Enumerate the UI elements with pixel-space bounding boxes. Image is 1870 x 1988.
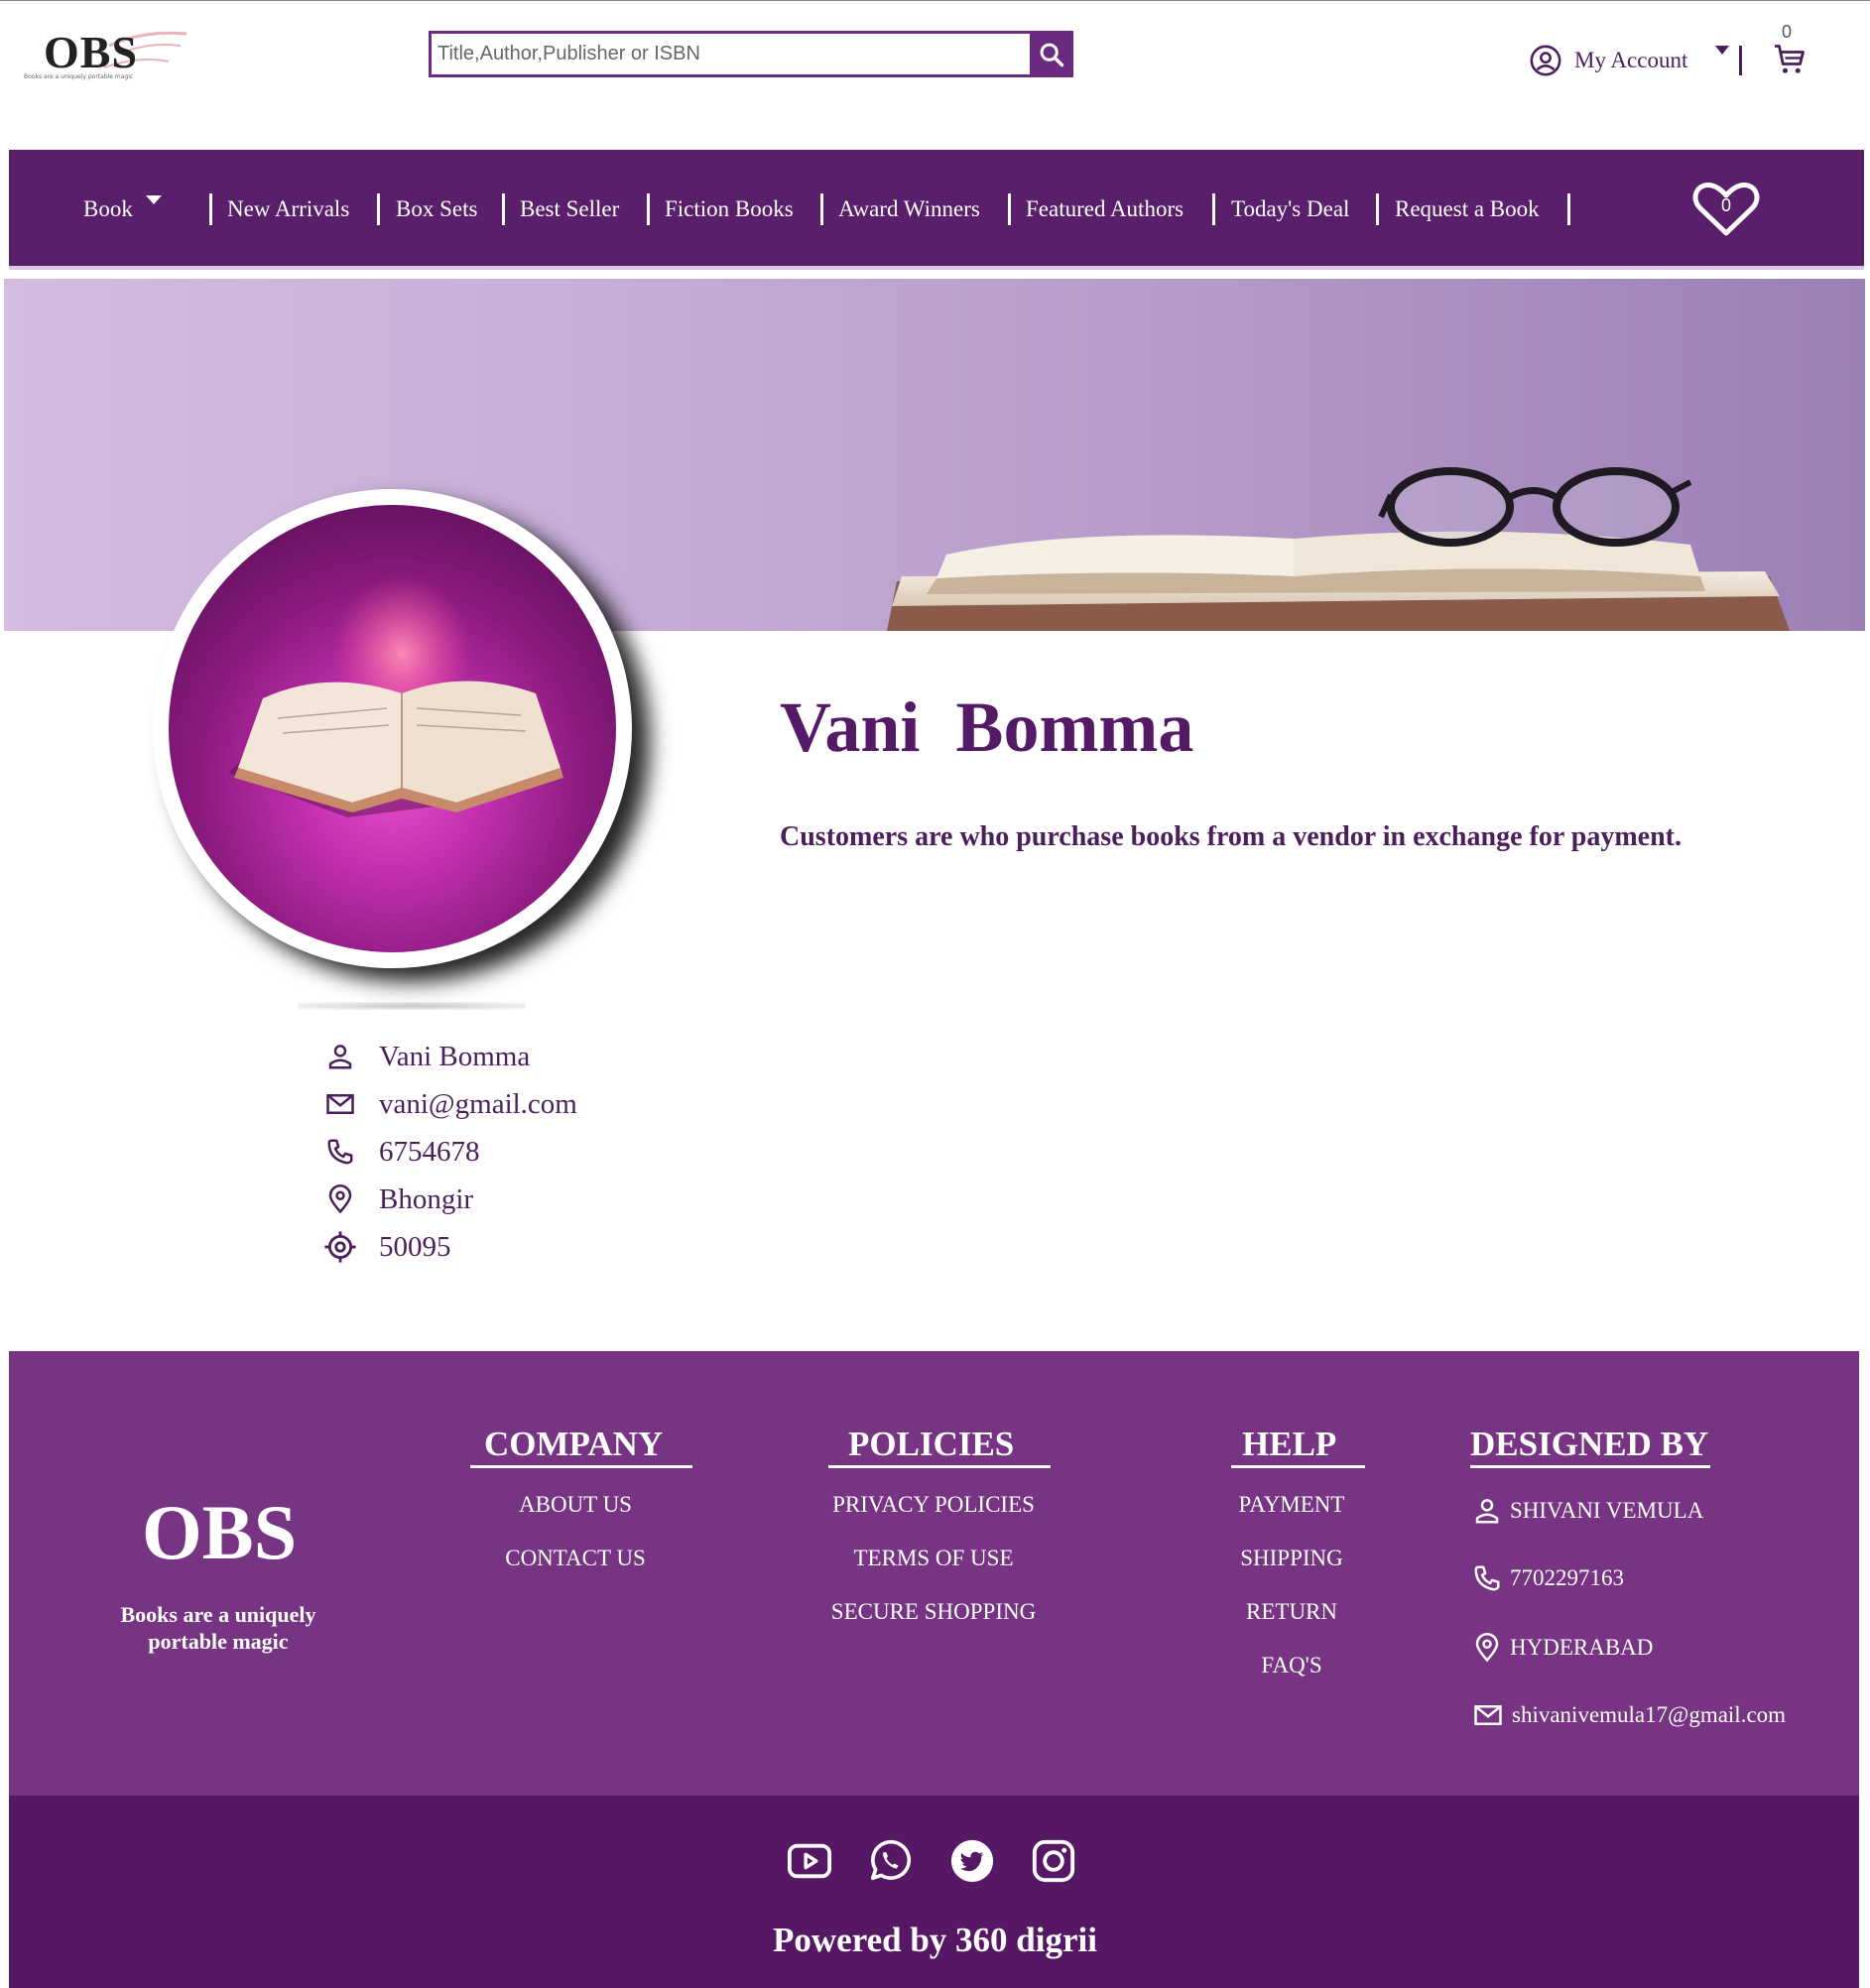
- heading-underline: [470, 1465, 692, 1468]
- cart-icon: [1775, 45, 1805, 73]
- detail-city: Bhongir: [323, 1180, 473, 1219]
- detail-email: vani@gmail.com: [323, 1084, 577, 1124]
- nav-separator: [1376, 193, 1379, 225]
- whatsapp-link[interactable]: [867, 1838, 913, 1884]
- detail-pincode-text: 50095: [379, 1230, 451, 1263]
- top-rule: [0, 0, 1870, 1]
- twitter-icon: [950, 1839, 994, 1883]
- nav-separator: [1567, 193, 1570, 225]
- nav-separator: [377, 193, 380, 225]
- designer-phone: 7702297163: [1472, 1563, 1624, 1593]
- heading-underline: [1231, 1465, 1365, 1468]
- detail-city-text: Bhongir: [379, 1182, 474, 1215]
- main-navbar: Book New Arrivals Box Sets Best Seller F…: [9, 150, 1864, 270]
- account-circle-icon: [1530, 45, 1561, 76]
- mail-icon: [1474, 1705, 1502, 1725]
- instagram-icon: [1032, 1839, 1075, 1883]
- nav-separator: [1212, 193, 1215, 225]
- footer-designed-by-heading: DESIGNED BY: [1470, 1425, 1709, 1463]
- nav-award-winners[interactable]: Award Winners: [838, 196, 980, 222]
- powered-by-text: Powered by 360 digrii: [773, 1921, 1097, 1959]
- nav-featured-authors[interactable]: Featured Authors: [1026, 196, 1184, 222]
- nav-best-seller[interactable]: Best Seller: [520, 196, 619, 222]
- profile-name-heading: Vani Bomma: [780, 687, 1194, 767]
- youtube-link[interactable]: [787, 1838, 832, 1884]
- location-icon: [1475, 1633, 1499, 1663]
- footer-link-about-us[interactable]: ABOUT US: [456, 1492, 694, 1518]
- search-icon: [1040, 43, 1064, 67]
- user-icon: [1475, 1499, 1499, 1524]
- nav-box-sets[interactable]: Box Sets: [396, 196, 477, 222]
- twitter-link[interactable]: [949, 1838, 995, 1884]
- profile-avatar: [153, 489, 632, 968]
- my-account-menu[interactable]: My Account: [1529, 44, 1687, 77]
- designer-email-text: shivanivemula17@gmail.com: [1512, 1702, 1787, 1727]
- footer-link-contact-us[interactable]: CONTACT US: [456, 1546, 694, 1571]
- nav-separator: [209, 193, 212, 225]
- footer-tagline: Books are a uniquely portable magic: [120, 1602, 316, 1654]
- designer-name-text: SHIVANI VEMULA: [1510, 1498, 1704, 1523]
- footer-help-heading: HELP: [1242, 1425, 1337, 1463]
- footer-link-shipping[interactable]: SHIPPING: [1190, 1546, 1393, 1571]
- logo-text: OBS: [44, 27, 139, 77]
- location-icon: [323, 1182, 357, 1216]
- header-divider: [1739, 46, 1742, 75]
- account-dropdown-caret-icon[interactable]: [1715, 46, 1729, 55]
- detail-pincode: 50095: [323, 1227, 451, 1267]
- footer-policies-heading: POLICIES: [848, 1425, 1015, 1463]
- footer-link-secure-shopping[interactable]: SECURE SHOPPING: [794, 1599, 1073, 1625]
- cart-count: 0: [1782, 22, 1793, 42]
- footer-logo: OBS: [142, 1489, 298, 1575]
- designer-phone-text: 7702297163: [1510, 1565, 1624, 1590]
- nav-todays-deal[interactable]: Today's Deal: [1231, 196, 1349, 222]
- profile-description: Customers are who purchase books from a …: [780, 821, 1682, 852]
- my-account-label: My Account: [1574, 48, 1688, 72]
- designer-email[interactable]: shivanivemula17@gmail.com: [1472, 1700, 1786, 1730]
- nav-separator: [502, 193, 505, 225]
- user-icon: [323, 1040, 357, 1073]
- nav-new-arrivals[interactable]: New Arrivals: [227, 196, 349, 222]
- nav-separator: [647, 193, 650, 225]
- whatsapp-icon: [870, 1839, 912, 1881]
- nav-separator: [1008, 193, 1011, 225]
- open-book-image: [169, 505, 616, 952]
- nav-book-dropdown-icon[interactable]: [146, 195, 162, 204]
- instagram-link[interactable]: [1031, 1838, 1076, 1884]
- detail-phone-text: 6754678: [379, 1135, 480, 1168]
- footer-link-terms-of-use[interactable]: TERMS OF USE: [794, 1546, 1073, 1571]
- footer-link-privacy-policies[interactable]: PRIVACY POLICIES: [794, 1492, 1073, 1518]
- detail-email-text: vani@gmail.com: [379, 1087, 577, 1120]
- target-icon: [323, 1230, 357, 1264]
- heading-underline: [828, 1465, 1051, 1468]
- logo-tagline: Books are a uniquely portable magic: [24, 73, 134, 80]
- footer-company-heading: COMPANY: [484, 1425, 664, 1463]
- search-button[interactable]: [1030, 33, 1073, 76]
- footer-link-faqs[interactable]: FAQ'S: [1190, 1653, 1393, 1678]
- wishlist-count: 0: [1720, 195, 1731, 215]
- designer-location-text: HYDERABAD: [1510, 1635, 1654, 1660]
- nav-separator: [820, 193, 823, 225]
- phone-icon: [323, 1135, 357, 1169]
- nav-request-a-book[interactable]: Request a Book: [1395, 196, 1540, 222]
- phone-icon: [1474, 1565, 1500, 1591]
- detail-name: Vani Bomma: [323, 1037, 530, 1076]
- search-input[interactable]: [432, 34, 1030, 74]
- footer-link-payment[interactable]: PAYMENT: [1190, 1492, 1393, 1518]
- footer-link-return[interactable]: RETURN: [1190, 1599, 1393, 1625]
- detail-phone: 6754678: [323, 1132, 480, 1172]
- cart-button[interactable]: [1772, 42, 1808, 82]
- nav-fiction-books[interactable]: Fiction Books: [665, 196, 794, 222]
- site-logo[interactable]: OBS Books are a uniquely portable magic: [22, 26, 187, 87]
- designer-location: HYDERABAD: [1472, 1632, 1653, 1664]
- nav-book[interactable]: Book: [83, 196, 133, 222]
- heading-underline: [1470, 1465, 1710, 1468]
- designer-name: SHIVANI VEMULA: [1472, 1496, 1703, 1526]
- avatar-divider: [298, 1002, 526, 1010]
- wishlist-button[interactable]: 0: [1691, 181, 1761, 238]
- search-bar: [429, 31, 1073, 77]
- mail-icon: [323, 1087, 357, 1121]
- detail-name-text: Vani Bomma: [379, 1040, 531, 1072]
- youtube-icon: [787, 1843, 832, 1879]
